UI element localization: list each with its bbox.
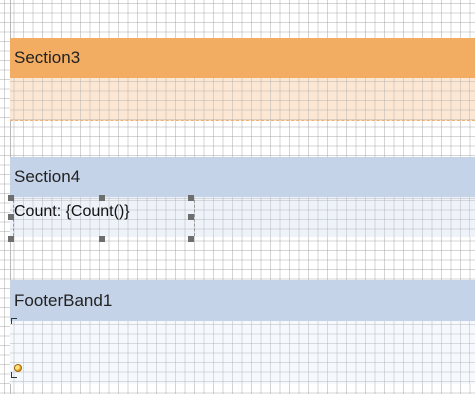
band-title: Section4 [14, 167, 81, 186]
band-corner-marker [11, 318, 17, 324]
band-header-section3[interactable]: Section3 [10, 38, 475, 78]
resize-handle-top-right[interactable] [188, 195, 194, 201]
band-body-footerband1[interactable] [10, 321, 475, 384]
band-title: FooterBand1 [14, 290, 113, 310]
band-body-section3[interactable] [10, 78, 475, 121]
resize-handle-top-left[interactable] [8, 195, 14, 201]
band-header-section4[interactable]: Section4 [10, 157, 475, 197]
band-header-footerband1[interactable]: FooterBand1 [10, 280, 475, 321]
resize-handle-top[interactable] [99, 195, 105, 201]
resize-handle-bottom-right[interactable] [188, 236, 194, 242]
resize-handle-left[interactable] [8, 214, 14, 220]
band-corner-marker [11, 372, 17, 378]
textbox-expression: Count: {Count()} [14, 203, 130, 220]
count-textbox[interactable]: Count: {Count()} [13, 200, 195, 236]
band-title: Section3 [14, 48, 81, 67]
resize-handle-right[interactable] [188, 214, 194, 220]
resize-handle-bottom[interactable] [99, 236, 105, 242]
resize-handle-bottom-left[interactable] [8, 236, 14, 242]
event-icon[interactable] [14, 364, 22, 372]
